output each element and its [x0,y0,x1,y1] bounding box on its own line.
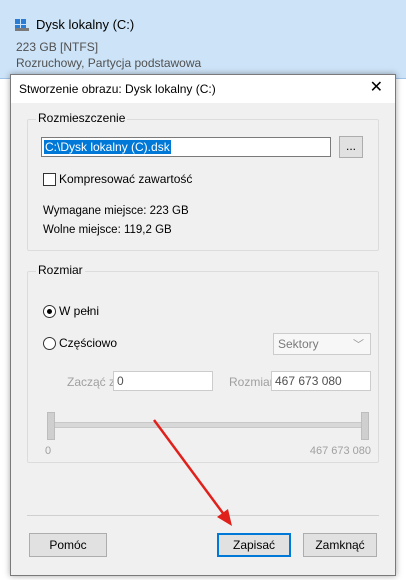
compress-checkbox[interactable] [43,173,56,186]
full-radio[interactable] [43,305,56,318]
disk-drive-icon [15,19,29,31]
close-button[interactable]: Zamknąć [303,533,377,557]
size-field-value: 467 673 080 [275,374,342,388]
dialog-title: Stworzenie obrazu: Dysk lokalny (C:) [19,82,216,96]
create-image-dialog: Stworzenie obrazu: Dysk lokalny (C:) ✕ R… [10,74,396,576]
chevron-down-icon: ﹀ [353,339,364,351]
full-radio-label[interactable]: W pełni [59,304,99,318]
close-icon[interactable]: ✕ [370,79,383,97]
dialog-titlebar[interactable]: Stworzenie obrazu: Dysk lokalny (C:) ✕ [11,75,395,103]
size-group: Rozmiar [27,263,379,463]
image-path-input[interactable]: C:\Dysk lokalny (C).dsk [41,137,331,157]
image-path-value: C:\Dysk lokalny (C).dsk [44,140,171,154]
disk-list-item[interactable]: Dysk lokalny (C:) 223 GB [NTFS] Rozrucho… [0,0,406,79]
disk-size-fs: 223 GB [NTFS] [16,40,99,54]
range-slider-end-thumb[interactable] [361,412,369,440]
compress-label[interactable]: Kompresować zawartość [59,172,192,186]
slider-min-label: 0 [45,445,52,457]
start-field[interactable]: 0 [113,371,213,391]
unit-select[interactable]: Sektory ﹀ [273,333,371,355]
range-slider-track[interactable] [51,422,367,428]
unit-select-value: Sektory [278,337,319,351]
size-label: Rozmiar [229,375,274,389]
button-separator [27,515,379,516]
size-field[interactable]: 467 673 080 [271,371,371,391]
size-group-title: Rozmiar [36,263,85,277]
disk-name: Dysk lokalny (C:) [36,17,135,32]
start-field-value: 0 [117,374,124,388]
location-group-title: Rozmieszczenie [36,111,128,125]
slider-max-label: 467 673 080 [309,445,371,457]
start-label: Zacząć z [67,375,116,389]
save-button[interactable]: Zapisać [217,533,291,557]
help-button[interactable]: Pomóc [29,533,107,557]
partial-radio[interactable] [43,337,56,350]
range-slider-start-thumb[interactable] [47,412,55,440]
disk-description: Rozruchowy, Partycja podstawowa [16,56,202,70]
browse-button[interactable]: ... [339,136,363,158]
partial-radio-label[interactable]: Częściowo [59,336,117,350]
required-space: Wymagane miejsce: 223 GB [43,205,189,217]
free-space: Wolne miejsce: 119,2 GB [43,224,172,236]
